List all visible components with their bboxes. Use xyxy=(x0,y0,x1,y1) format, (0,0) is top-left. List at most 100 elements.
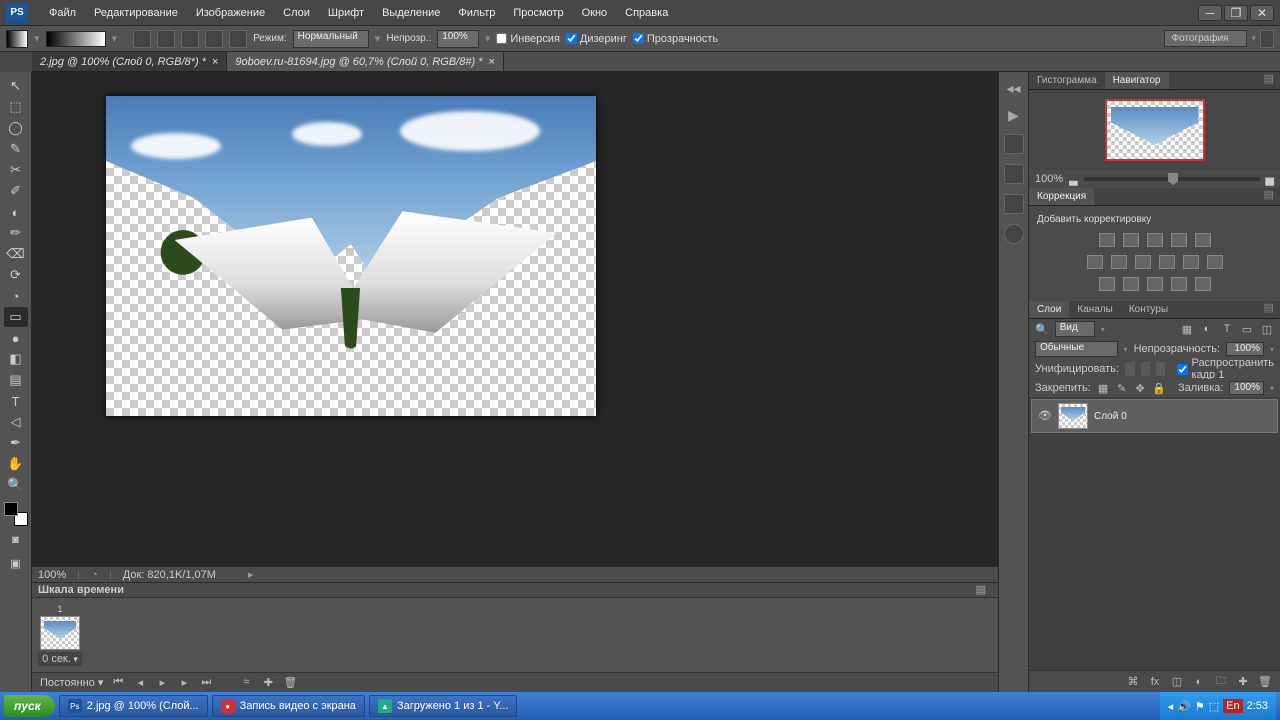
taskbar-app-download[interactable]: ▲Загружено 1 из 1 - Y... xyxy=(369,695,518,717)
navigator-viewport[interactable] xyxy=(1029,90,1280,170)
histogram-tab[interactable]: Гистограмма xyxy=(1029,72,1105,89)
pen-tool[interactable]: ▤ xyxy=(4,370,28,390)
dither-checkbox[interactable]: Дизеринг xyxy=(566,33,627,45)
stamp-tool[interactable]: ⌫ xyxy=(4,244,28,264)
tray-icon[interactable]: 🔊 xyxy=(1177,700,1191,713)
unify-style-icon[interactable] xyxy=(1156,362,1165,376)
close-icon[interactable]: × xyxy=(488,56,494,68)
nav-zoom-value[interactable]: 100% xyxy=(1035,173,1063,185)
menu-type[interactable]: Шрифт xyxy=(319,1,373,25)
window-close[interactable]: ✕ xyxy=(1250,5,1274,21)
history-panel-icon[interactable] xyxy=(1004,134,1024,154)
gradient-angle-icon[interactable] xyxy=(181,30,199,48)
channels-tab[interactable]: Каналы xyxy=(1069,301,1121,318)
new-adjustment-icon[interactable]: ◐ xyxy=(1192,675,1206,689)
actions-panel-icon[interactable] xyxy=(1004,164,1024,184)
color-swatches[interactable] xyxy=(4,502,28,526)
timeline-frame[interactable]: 1 0 сек. ▾ xyxy=(38,604,82,666)
document-tab-2[interactable]: 9oboev.ru-81694.jpg @ 60,7% (Слой 0, RGB… xyxy=(227,52,504,71)
eraser-tool[interactable]: ◔ xyxy=(4,286,28,306)
zoom-in-icon[interactable]: ▅ xyxy=(1266,173,1274,186)
delete-layer-icon[interactable]: 🗑 xyxy=(1258,675,1272,689)
filter-shape-icon[interactable]: ▭ xyxy=(1240,322,1254,336)
nav-zoom-slider[interactable] xyxy=(1084,177,1260,181)
crop-tool[interactable]: ✂ xyxy=(4,160,28,180)
brush-tool[interactable]: ✏ xyxy=(4,223,28,243)
layer-mask-icon[interactable]: ◫ xyxy=(1170,675,1184,689)
filter-smart-icon[interactable]: ◫ xyxy=(1260,322,1274,336)
hand-tool[interactable]: ✋ xyxy=(4,454,28,474)
transparency-checkbox[interactable]: Прозрачность xyxy=(633,33,718,45)
threshold-icon[interactable] xyxy=(1147,277,1163,291)
menu-layer[interactable]: Слои xyxy=(274,1,319,25)
taskbar-app-recorder[interactable]: ●Запись видео с экрана xyxy=(212,695,365,717)
menu-edit[interactable]: Редактирование xyxy=(85,1,187,25)
last-frame-icon[interactable]: ⏭ xyxy=(199,675,213,689)
gradient-map-icon[interactable] xyxy=(1171,277,1187,291)
wand-tool[interactable]: ✎ xyxy=(4,139,28,159)
invert-icon[interactable] xyxy=(1099,277,1115,291)
panel-menu-icon[interactable]: ▤ xyxy=(1258,188,1280,205)
gradient-linear-icon[interactable] xyxy=(133,30,151,48)
zoom-readout[interactable]: 100% xyxy=(38,569,66,581)
visibility-icon[interactable]: 👁 xyxy=(1038,409,1052,423)
lookup-icon[interactable] xyxy=(1207,255,1223,269)
window-minimize[interactable]: ─ xyxy=(1198,5,1222,21)
menu-select[interactable]: Выделение xyxy=(373,1,449,25)
selective-icon[interactable] xyxy=(1195,277,1211,291)
workspace-menu-icon[interactable] xyxy=(1260,30,1274,48)
document-tab-1[interactable]: 2.jpg @ 100% (Слой 0, RGB/8*) *× xyxy=(32,52,227,71)
play-icon[interactable]: ▶ xyxy=(1008,107,1019,124)
panel-menu-icon[interactable]: ▤ xyxy=(1258,72,1280,89)
layer-opacity-input[interactable]: 100% xyxy=(1226,342,1264,356)
delete-frame-icon[interactable]: 🗑 xyxy=(283,675,297,689)
tray-icon[interactable]: ⚑ xyxy=(1195,700,1205,713)
menu-help[interactable]: Справка xyxy=(616,1,677,25)
photo-filter-icon[interactable] xyxy=(1159,255,1175,269)
canvas-area[interactable] xyxy=(32,72,998,566)
layer-thumbnail[interactable] xyxy=(1058,403,1088,429)
vibrance-icon[interactable] xyxy=(1195,233,1211,247)
heal-tool[interactable]: ◐ xyxy=(4,202,28,222)
language-indicator[interactable]: En xyxy=(1223,699,1242,713)
layer-name[interactable]: Слой 0 xyxy=(1094,411,1127,422)
gradient-reflected-icon[interactable] xyxy=(205,30,223,48)
menu-view[interactable]: Просмотр xyxy=(504,1,572,25)
gradient-radial-icon[interactable] xyxy=(157,30,175,48)
marquee-tool[interactable]: ⬚ xyxy=(4,97,28,117)
history-brush-tool[interactable]: ⟳ xyxy=(4,265,28,285)
dodge-tool[interactable]: ◧ xyxy=(4,349,28,369)
mixer-icon[interactable] xyxy=(1183,255,1199,269)
gradient-preset[interactable] xyxy=(46,31,106,47)
prev-frame-icon[interactable]: ◂ xyxy=(133,675,147,689)
layer-filter-select[interactable]: Вид xyxy=(1055,321,1095,337)
workspace-selector[interactable]: Фотография xyxy=(1164,30,1247,47)
tray-icon[interactable]: ⬚ xyxy=(1209,700,1219,713)
kuler-panel-icon[interactable] xyxy=(1004,224,1024,244)
lock-position-icon[interactable]: ✥ xyxy=(1134,381,1147,395)
propagate-checkbox[interactable]: Распространить кадр 1 xyxy=(1177,357,1274,381)
menu-filter[interactable]: Фильтр xyxy=(449,1,504,25)
menu-image[interactable]: Изображение xyxy=(187,1,274,25)
zoom-out-icon[interactable]: ▃ xyxy=(1069,173,1077,186)
new-frame-icon[interactable]: ✚ xyxy=(261,675,275,689)
play-icon[interactable]: ▸ xyxy=(155,675,169,689)
new-layer-icon[interactable]: ✚ xyxy=(1236,675,1250,689)
blur-tool[interactable]: ● xyxy=(4,328,28,348)
lasso-tool[interactable]: ◯ xyxy=(4,118,28,138)
link-layers-icon[interactable]: ⌘ xyxy=(1126,675,1140,689)
fill-input[interactable]: 100% xyxy=(1229,381,1264,395)
close-icon[interactable]: × xyxy=(212,56,218,68)
first-frame-icon[interactable]: ⏮ xyxy=(111,675,125,689)
inverse-checkbox[interactable]: Инверсия xyxy=(496,33,560,45)
lock-pixels-icon[interactable]: ✎ xyxy=(1115,381,1128,395)
exposure-icon[interactable] xyxy=(1171,233,1187,247)
unify-visibility-icon[interactable] xyxy=(1141,362,1150,376)
taskbar-app-photoshop[interactable]: Ps2.jpg @ 100% (Слой... xyxy=(59,695,208,717)
filter-text-icon[interactable]: T xyxy=(1220,322,1234,336)
lock-all-icon[interactable]: 🔒 xyxy=(1152,381,1166,395)
clone-panel-icon[interactable] xyxy=(1004,194,1024,214)
brightness-icon[interactable] xyxy=(1099,233,1115,247)
gradient-tool-icon[interactable] xyxy=(6,30,28,48)
paths-tab[interactable]: Контуры xyxy=(1121,301,1176,318)
